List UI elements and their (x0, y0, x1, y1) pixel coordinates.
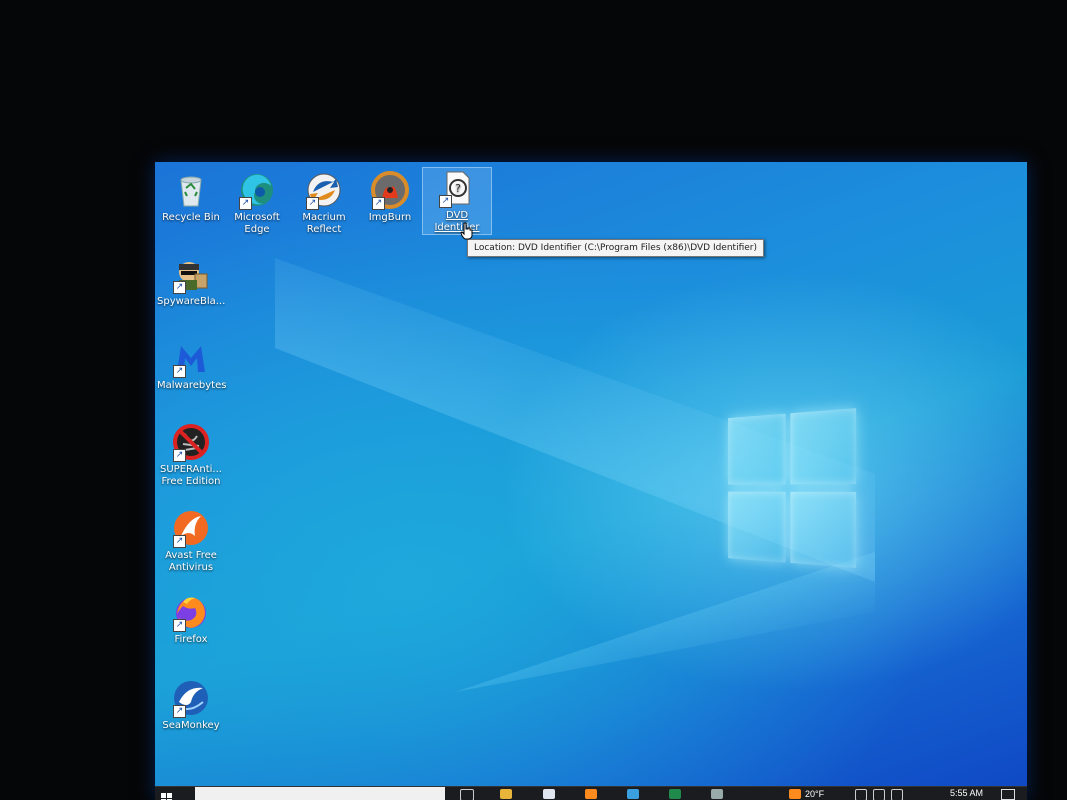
shortcut-arrow-icon: ↗ (239, 197, 252, 210)
icon-label: SeaMonkey (162, 720, 220, 731)
desktop-icon-malwarebytes[interactable]: ↗ Malwarebytes (157, 338, 227, 392)
volume-icon[interactable] (891, 789, 903, 800)
file-explorer-icon[interactable] (500, 789, 512, 799)
macrium-reflect-icon: ↗ (304, 170, 344, 210)
imgburn-icon: ↗ (370, 170, 410, 210)
desktop-icon-imgburn[interactable]: ↗ ImgBurn (356, 170, 424, 224)
shortcut-arrow-icon: ↗ (439, 195, 452, 208)
desktop-icon-recycle-bin[interactable]: Recycle Bin (157, 170, 225, 224)
chrome-icon[interactable] (711, 789, 723, 799)
icon-label: SpywareBla... (157, 296, 226, 307)
edge-icon: ↗ (237, 170, 277, 210)
taskbar-clock[interactable]: 5:55 AM (950, 787, 983, 799)
icon-label: Recycle Bin (162, 212, 220, 223)
icon-label: Firefox (174, 634, 208, 645)
shortcut-arrow-icon: ↗ (173, 705, 186, 718)
seamonkey-icon: ↗ (171, 678, 211, 718)
shortcut-arrow-icon: ↗ (173, 365, 186, 378)
firefox-taskbar-icon[interactable] (789, 789, 801, 799)
desktop-icon-seamonkey[interactable]: ↗ SeaMonkey (157, 678, 225, 732)
shortcut-arrow-icon: ↗ (173, 449, 186, 462)
superantispyware-icon: ↗ (171, 422, 211, 462)
logo-pane (728, 413, 786, 485)
desktop-icon-firefox[interactable]: ↗ Firefox (157, 592, 225, 646)
calendar-icon[interactable] (543, 789, 555, 799)
logo-pane (728, 491, 786, 563)
taskbar: 20°F 5:55 AM (155, 786, 1027, 800)
desktop-screen: Recycle Bin ↗ Microsoft Edge ↗ Macrium R… (155, 162, 1027, 800)
spywareblaster-icon: ↗ (171, 254, 211, 294)
svg-text:?: ? (455, 182, 461, 195)
icon-label: ImgBurn (368, 212, 412, 223)
icon-label: SUPERAnti... Free Edition (160, 464, 222, 487)
windows-logo-wallpaper (728, 408, 858, 570)
weather-temperature[interactable]: 20°F (805, 788, 824, 800)
taskbar-search-input[interactable] (195, 787, 445, 800)
logo-pane (790, 408, 857, 485)
shortcut-arrow-icon: ↗ (173, 281, 186, 294)
icon-label: Macrium Reflect (302, 212, 346, 235)
icon-label: Malwarebytes (157, 380, 227, 391)
tooltip: Location: DVD Identifier (C:\Program Fil… (467, 239, 764, 257)
hand-cursor-icon (460, 222, 474, 244)
icon-label: Avast Free Antivirus (165, 550, 217, 573)
dvd-identifier-icon: ? ↗ (437, 168, 477, 208)
avast-icon: ↗ (171, 508, 211, 548)
shortcut-arrow-icon: ↗ (173, 619, 186, 632)
icon-label: Microsoft Edge (234, 212, 280, 235)
notification-center-icon[interactable] (1001, 789, 1015, 800)
photos-icon[interactable] (585, 789, 597, 799)
shortcut-arrow-icon: ↗ (306, 197, 319, 210)
desktop-icon-macrium-reflect[interactable]: ↗ Macrium Reflect (290, 170, 358, 236)
desktop-icon-avast[interactable]: ↗ Avast Free Antivirus (157, 508, 225, 574)
shortcut-arrow-icon: ↗ (372, 197, 385, 210)
battery-icon[interactable] (873, 789, 885, 800)
network-icon[interactable] (855, 789, 867, 800)
malwarebytes-icon: ↗ (171, 338, 211, 378)
desktop-icon-superantispyware[interactable]: ↗ SUPERAnti... Free Edition (157, 422, 225, 488)
logo-pane (790, 491, 857, 568)
desktop-icon-dvd-identifier[interactable]: ? ↗ DVD Identifier (422, 167, 492, 235)
recycle-bin-icon (171, 170, 211, 210)
shortcut-arrow-icon: ↗ (173, 535, 186, 548)
start-button[interactable] (161, 789, 175, 800)
task-view-icon[interactable] (460, 789, 474, 800)
desktop-icon-spywareblaster[interactable]: ↗ SpywareBla... (157, 254, 225, 308)
desktop-icon-microsoft-edge[interactable]: ↗ Microsoft Edge (223, 170, 291, 236)
excel-icon[interactable] (669, 789, 681, 799)
firefox-icon: ↗ (171, 592, 211, 632)
store-icon[interactable] (627, 789, 639, 799)
